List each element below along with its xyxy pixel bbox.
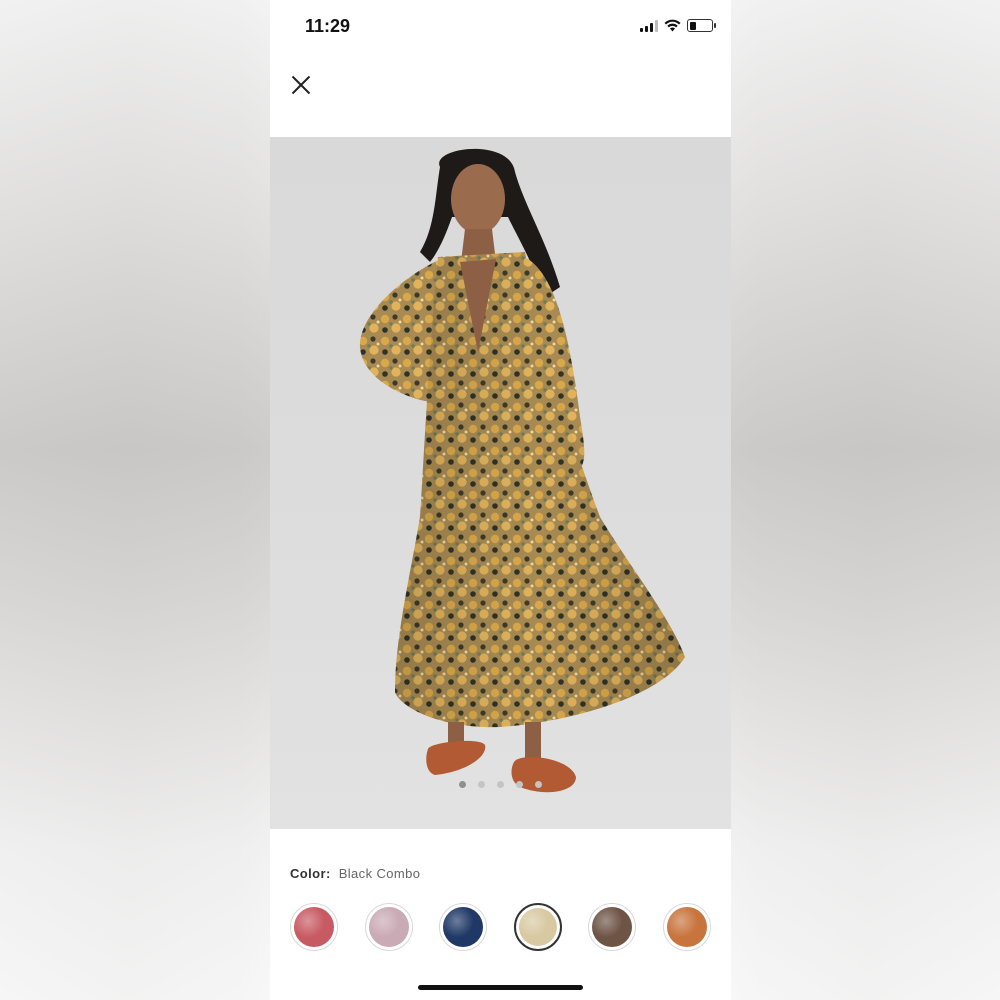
home-indicator[interactable]	[418, 985, 583, 990]
status-icons	[640, 19, 716, 32]
swatch-black-combo[interactable]	[513, 903, 562, 951]
battery-icon	[687, 19, 716, 32]
phone-screen: 11:29 Color: Black Combo	[270, 0, 731, 1000]
close-icon[interactable]	[288, 72, 314, 98]
swatch-navy-print-fill	[443, 907, 484, 947]
swatch-red-print[interactable]	[290, 903, 338, 951]
swatch-orange-print-fill	[666, 907, 707, 947]
carousel-dot[interactable]	[459, 781, 466, 788]
swatch-red-print-fill	[294, 907, 334, 947]
color-selection-label: Color: Black Combo	[290, 866, 420, 881]
background-blur-left	[0, 0, 270, 1000]
color-label: Color:	[290, 866, 331, 881]
swatch-brown-print-fill	[592, 907, 633, 947]
wifi-icon	[664, 19, 681, 32]
swatch-navy-print[interactable]	[439, 903, 488, 951]
status-time: 11:29	[305, 16, 351, 36]
swatch-black-combo-fill	[518, 908, 557, 946]
swatch-orange-print[interactable]	[662, 903, 711, 951]
carousel-dot[interactable]	[478, 781, 485, 788]
background-blur-right	[730, 0, 1000, 1000]
swatch-lavender-print-fill	[368, 907, 409, 947]
carousel-dot[interactable]	[535, 781, 542, 788]
battery-level-fill	[689, 21, 696, 30]
carousel-pagination[interactable]	[270, 781, 731, 788]
carousel-dot[interactable]	[497, 781, 504, 788]
color-selected-value: Black Combo	[338, 866, 421, 881]
model-illustration	[359, 148, 685, 793]
cellular-signal-icon	[640, 19, 658, 32]
swatch-lavender-print[interactable]	[364, 903, 413, 951]
color-swatches	[290, 903, 711, 951]
swatch-brown-print[interactable]	[588, 903, 637, 951]
carousel-dot[interactable]	[516, 781, 523, 788]
product-image[interactable]	[270, 137, 731, 829]
status-bar: 11:29	[270, 0, 731, 56]
